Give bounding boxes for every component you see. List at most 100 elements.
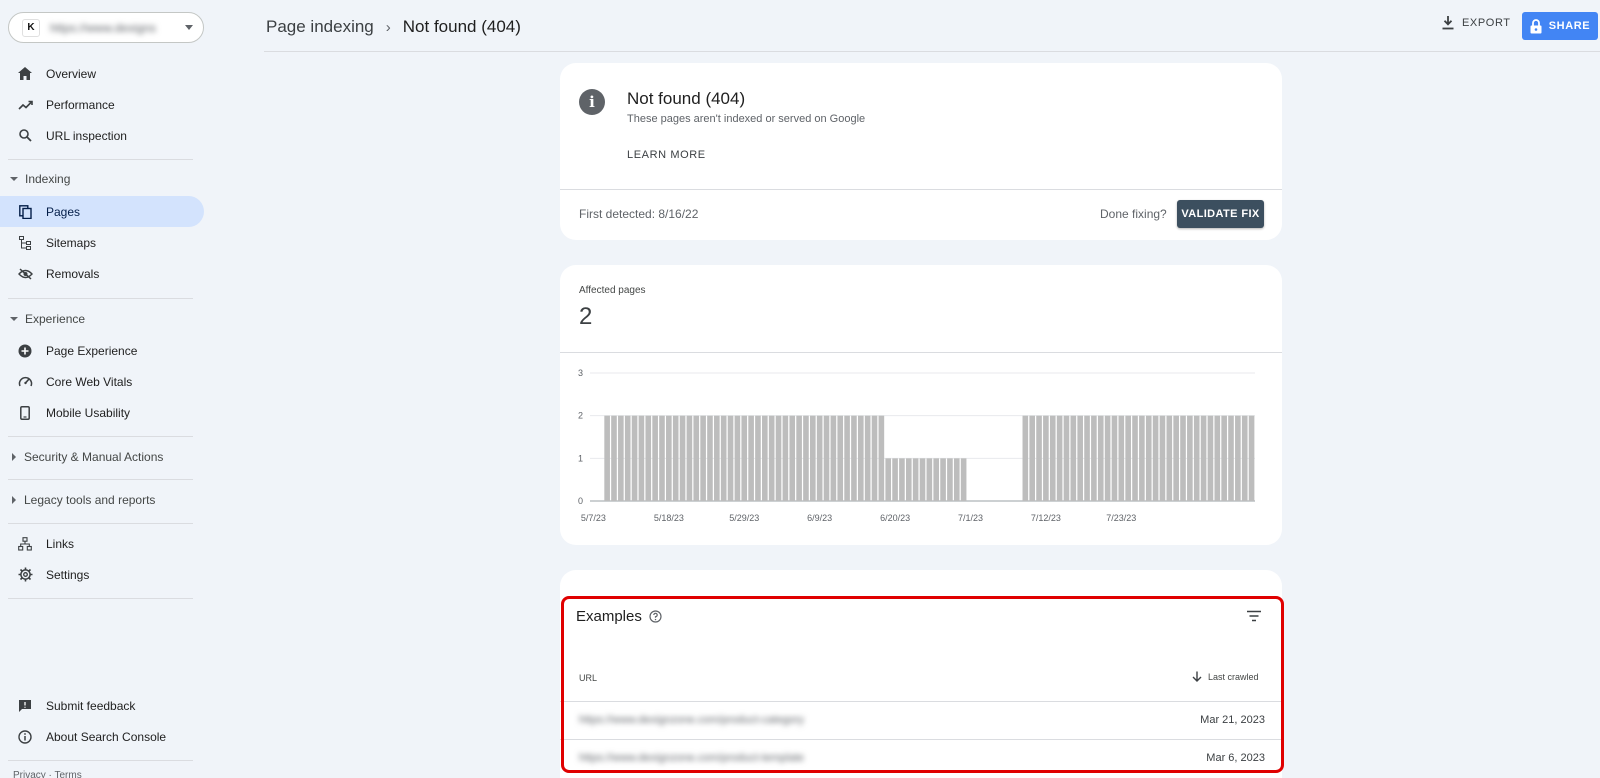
chart-bar[interactable] (1200, 415, 1207, 501)
chart-bar[interactable] (837, 415, 844, 501)
chart-bar[interactable] (686, 415, 693, 501)
chart-bar[interactable] (871, 415, 878, 501)
chart-bar[interactable] (618, 415, 624, 501)
share-button[interactable]: SHARE (1522, 12, 1598, 40)
chart-bar[interactable] (1070, 415, 1077, 501)
chart-bar[interactable] (1097, 415, 1104, 501)
column-header-last-crawled[interactable]: Last crawled (1192, 671, 1259, 682)
sidebar-item-submit-feedback[interactable]: Submit feedback (0, 690, 204, 721)
chart-bar[interactable] (1118, 415, 1125, 501)
sidebar-item-sitemaps[interactable]: Sitemaps (0, 227, 204, 258)
chart-bar[interactable] (1036, 415, 1042, 501)
sidebar-item-settings[interactable]: Settings (0, 559, 204, 590)
chart-bar[interactable] (782, 415, 789, 501)
chart-bar[interactable] (789, 415, 796, 501)
chart-bar[interactable] (727, 415, 734, 501)
chart-bar[interactable] (926, 458, 933, 501)
chart-bar[interactable] (1132, 415, 1138, 501)
chart-bar[interactable] (720, 415, 727, 501)
chart-bar[interactable] (1180, 415, 1186, 501)
chart-bar[interactable] (714, 415, 720, 501)
chart-bar[interactable] (1063, 415, 1070, 501)
chart-bar[interactable] (1248, 415, 1255, 501)
sidebar-item-about[interactable]: About Search Console (0, 721, 204, 752)
chart-bar[interactable] (700, 415, 706, 501)
sidebar-item-pages[interactable]: Pages (0, 196, 204, 227)
chart-bar[interactable] (919, 458, 926, 501)
chart-bar[interactable] (830, 415, 837, 501)
column-header-url[interactable]: URL (579, 673, 597, 683)
chart-bar[interactable] (857, 415, 864, 501)
chart-bar[interactable] (878, 415, 885, 501)
chart-bar[interactable] (1084, 415, 1090, 501)
chart-bar[interactable] (1077, 415, 1083, 501)
section-security[interactable]: Security & Manual Actions (0, 445, 204, 469)
validate-fix-button[interactable]: VALIDATE FIX (1177, 200, 1264, 228)
chart-bar[interactable] (1139, 415, 1145, 501)
chart-bar[interactable] (672, 415, 679, 501)
chart-bar[interactable] (1145, 415, 1152, 501)
section-legacy[interactable]: Legacy tools and reports (0, 488, 204, 512)
chart-bar[interactable] (844, 415, 850, 501)
chart-bar[interactable] (734, 415, 741, 501)
help-icon[interactable] (649, 610, 662, 623)
chart-bar[interactable] (1221, 415, 1227, 501)
chart-bar[interactable] (1173, 415, 1179, 501)
chart-bar[interactable] (1193, 415, 1200, 501)
chart-bar[interactable] (1228, 415, 1234, 501)
chart-bar[interactable] (899, 458, 905, 501)
chart-bar[interactable] (885, 458, 892, 501)
chart-bar[interactable] (1166, 415, 1173, 501)
chart-bar[interactable] (611, 415, 617, 501)
chart-bar[interactable] (679, 415, 686, 501)
property-selector[interactable]: K https://www.dexigns (8, 12, 204, 43)
chart-bar[interactable] (1056, 415, 1063, 501)
chart-bar[interactable] (947, 458, 953, 501)
chart-bar[interactable] (1022, 415, 1029, 501)
sidebar-item-mobile-usability[interactable]: Mobile Usability (0, 397, 204, 428)
sidebar-item-removals[interactable]: Removals (0, 258, 204, 289)
chart-bar[interactable] (768, 415, 775, 501)
chart-bar[interactable] (666, 415, 672, 501)
chart-bar[interactable] (823, 415, 830, 501)
sidebar-item-url-inspection[interactable]: URL inspection (0, 120, 204, 151)
chart-bar[interactable] (953, 458, 960, 501)
chart-bar[interactable] (1214, 415, 1221, 501)
chart-bar[interactable] (1104, 415, 1111, 501)
chart-bar[interactable] (631, 415, 638, 501)
chart-bar[interactable] (707, 415, 713, 501)
footer-links[interactable]: Privacy · Terms (13, 770, 82, 778)
chart-bar[interactable] (851, 415, 857, 501)
chart-bar[interactable] (1187, 415, 1193, 501)
chart-bar[interactable] (933, 458, 940, 501)
chart-bar[interactable] (748, 415, 754, 501)
chart-bar[interactable] (1125, 415, 1131, 501)
section-indexing[interactable]: Indexing (0, 167, 204, 191)
chart-bar[interactable] (741, 415, 748, 501)
chart-bar[interactable] (816, 415, 823, 501)
chart-bar[interactable] (775, 415, 782, 501)
chart-bar[interactable] (905, 458, 912, 501)
chart-bar[interactable] (912, 458, 919, 501)
learn-more-link[interactable]: LEARN MORE (627, 149, 706, 161)
chart-bar[interactable] (864, 415, 871, 501)
filter-icon[interactable] (1246, 610, 1262, 622)
chart-bar[interactable] (1049, 415, 1056, 501)
sidebar-item-page-experience[interactable]: Page Experience (0, 335, 204, 366)
chart-bar[interactable] (645, 415, 652, 501)
chart-bar[interactable] (604, 415, 610, 501)
sidebar-item-links[interactable]: Links (0, 528, 204, 559)
chart-bar[interactable] (638, 415, 645, 501)
chart-bar[interactable] (755, 415, 761, 501)
chart-bar[interactable] (1207, 415, 1214, 501)
breadcrumb-page-indexing[interactable]: Page indexing (266, 17, 374, 37)
chart-bar[interactable] (1152, 415, 1159, 501)
chart-bar[interactable] (892, 458, 898, 501)
chart-bar[interactable] (1241, 415, 1248, 501)
section-experience[interactable]: Experience (0, 307, 204, 331)
chart-bar[interactable] (1043, 415, 1049, 501)
chart-bar[interactable] (940, 458, 946, 501)
chart-bar[interactable] (1235, 415, 1241, 501)
chart-bar[interactable] (960, 458, 967, 501)
chart-bar[interactable] (1029, 415, 1035, 501)
